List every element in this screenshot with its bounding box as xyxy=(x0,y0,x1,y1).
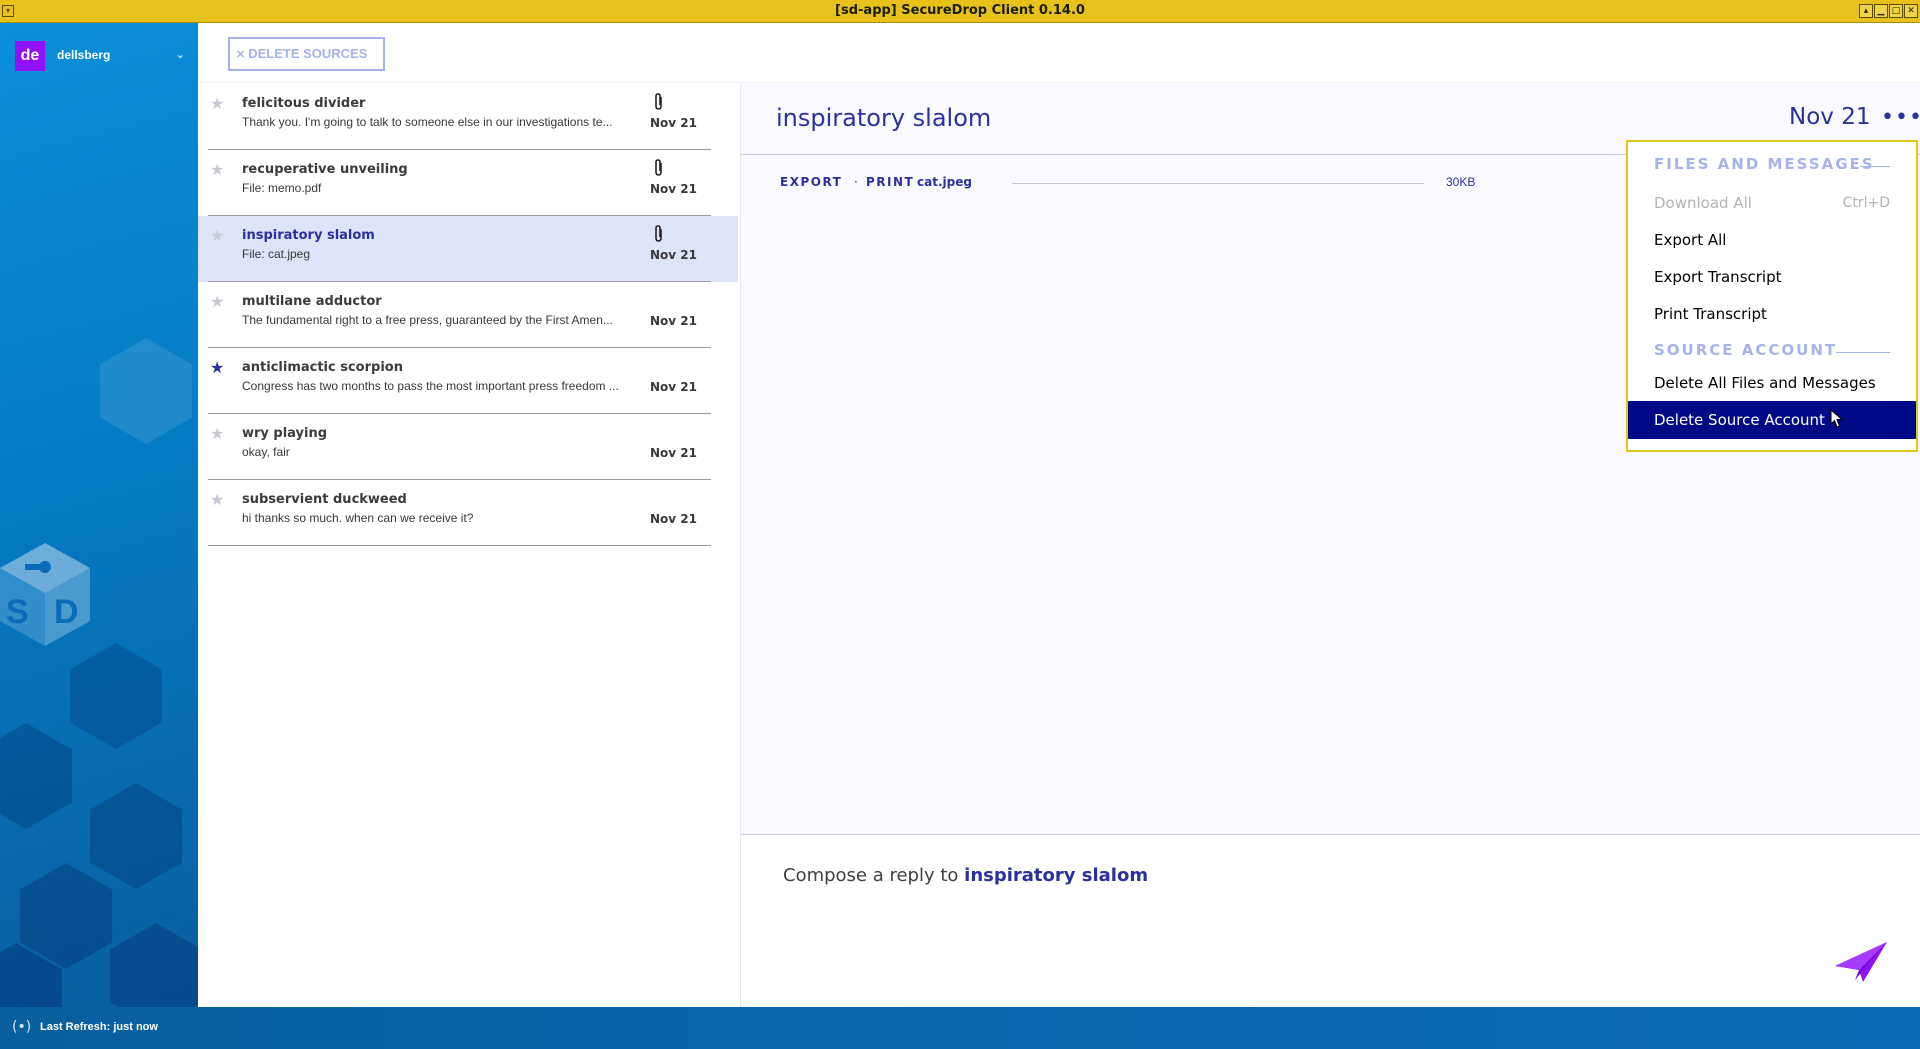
menu-section-divider xyxy=(1836,352,1890,353)
delete-source-account-menu-item[interactable]: Delete Source Account xyxy=(1628,401,1916,439)
shade-window-icon[interactable]: ▴ xyxy=(1859,4,1873,18)
window-controls: ▴ ▁ □ ✕ xyxy=(1859,4,1918,18)
source-preview: File: memo.pdf xyxy=(242,181,322,195)
print-transcript-menu-item[interactable]: Print Transcript xyxy=(1628,295,1916,333)
file-divider xyxy=(1012,183,1424,184)
file-size: 30KB xyxy=(1446,175,1476,189)
list-item[interactable]: ★ anticlimactic scorpion Congress has tw… xyxy=(198,348,738,414)
send-icon[interactable] xyxy=(1833,940,1889,984)
source-date: Nov 21 xyxy=(650,380,697,394)
source-date: Nov 21 xyxy=(650,446,697,460)
left-sidebar: de dellsberg ⌄ D S xyxy=(0,23,198,1007)
reply-compose-box[interactable]: Compose a reply to inspiratory slalom xyxy=(741,834,1920,1007)
source-date: Nov 21 xyxy=(650,248,697,262)
star-icon[interactable]: ★ xyxy=(210,94,224,113)
compose-prefix-text: Compose a reply to xyxy=(783,865,965,886)
chevron-down-icon[interactable]: ⌄ xyxy=(176,48,185,61)
close-window-icon[interactable]: ✕ xyxy=(1904,4,1918,18)
maximize-window-icon[interactable]: □ xyxy=(1889,4,1903,18)
delete-all-files-menu-item[interactable]: Delete All Files and Messages xyxy=(1628,364,1916,402)
minimize-window-icon[interactable]: ▁ xyxy=(1874,4,1888,18)
download-all-shortcut: Ctrl+D xyxy=(1842,195,1890,211)
list-item[interactable]: ★ inspiratory slalom File: cat.jpeg Nov … xyxy=(198,216,738,282)
user-menu[interactable]: de dellsberg ⌄ xyxy=(15,41,185,71)
star-filled-icon[interactable]: ★ xyxy=(210,358,224,377)
delete-sources-button[interactable]: ✕ DELETE SOURCES xyxy=(228,37,385,71)
source-list: ★ felicitous divider Thank you. I'm goin… xyxy=(198,84,738,546)
file-attachment: EXPORT · PRINT cat.jpeg 30KB xyxy=(780,175,1475,195)
source-preview: The fundamental right to a free press, g… xyxy=(242,313,613,327)
source-preview: hi thanks so much. when can we receive i… xyxy=(242,511,474,525)
source-name: wry playing xyxy=(242,426,328,441)
star-icon[interactable]: ★ xyxy=(210,424,224,443)
source-name: multilane adductor xyxy=(242,294,382,309)
decorative-hexagon xyxy=(100,338,192,444)
download-all-label: Download All xyxy=(1654,194,1752,212)
list-item[interactable]: ★ felicitous divider Thank you. I'm goin… xyxy=(198,84,738,150)
source-preview: Congress has two months to pass the most… xyxy=(242,379,619,393)
menu-section-files: FILES AND MESSAGES xyxy=(1654,155,1875,173)
decorative-hexagon xyxy=(110,923,198,1007)
username[interactable]: dellsberg xyxy=(57,48,110,62)
last-refresh-status: Last Refresh: just now xyxy=(40,1021,158,1033)
svg-text:D: D xyxy=(54,593,79,631)
list-item[interactable]: ★ wry playing okay, fair Nov 21 xyxy=(198,414,738,480)
paperclip-icon xyxy=(655,159,662,176)
securedrop-logo-icon: D S xyxy=(0,543,90,646)
star-icon[interactable]: ★ xyxy=(210,490,224,509)
decorative-hexagon xyxy=(90,783,182,889)
source-date: Nov 21 xyxy=(650,182,697,196)
delete-source-account-label: Delete Source Account xyxy=(1654,411,1825,429)
window-title-bar[interactable]: ▾ [sd-app] SecureDrop Client 0.14.0 ▴ ▁ … xyxy=(0,0,1920,23)
compose-placeholder[interactable]: Compose a reply to inspiratory slalom xyxy=(783,865,1148,886)
download-all-menu-item[interactable]: Download All Ctrl+D xyxy=(1628,184,1916,222)
mouse-cursor-icon xyxy=(1830,409,1844,428)
menu-section-divider xyxy=(1860,166,1890,167)
status-bar: (•) Last Refresh: just now xyxy=(0,1007,1920,1049)
star-icon[interactable]: ★ xyxy=(210,292,224,311)
source-name: subservient duckweed xyxy=(242,492,407,507)
close-icon: ✕ xyxy=(236,49,246,61)
list-item[interactable]: ★ subservient duckweed hi thanks so much… xyxy=(198,480,738,546)
conversation-date: Nov 21 xyxy=(1789,104,1871,130)
file-action-separator: · xyxy=(854,175,858,189)
source-date: Nov 21 xyxy=(650,512,697,526)
broadcast-icon: (•) xyxy=(12,1019,32,1035)
star-icon[interactable]: ★ xyxy=(210,160,224,179)
window-title: [sd-app] SecureDrop Client 0.14.0 xyxy=(835,3,1085,18)
compose-source-name: inspiratory slalom xyxy=(964,865,1149,886)
svg-text:S: S xyxy=(6,593,29,631)
source-preview: okay, fair xyxy=(242,445,290,459)
top-toolbar: ✕ DELETE SOURCES xyxy=(198,23,1920,83)
list-item[interactable]: ★ recuperative unveiling File: memo.pdf … xyxy=(198,150,738,216)
source-date: Nov 21 xyxy=(650,314,697,328)
paperclip-icon xyxy=(655,93,662,110)
print-file-link[interactable]: PRINT xyxy=(866,175,914,189)
list-item[interactable]: ★ multilane adductor The fundamental rig… xyxy=(198,282,738,348)
export-file-link[interactable]: EXPORT xyxy=(780,175,842,189)
star-icon[interactable]: ★ xyxy=(210,226,224,245)
conversation-title: inspiratory slalom xyxy=(776,104,992,132)
paperclip-icon xyxy=(655,225,662,242)
source-date: Nov 21 xyxy=(650,116,697,130)
decorative-hexagon xyxy=(0,723,72,829)
source-name: anticlimactic scorpion xyxy=(242,360,403,375)
source-options-menu: FILES AND MESSAGES Download All Ctrl+D E… xyxy=(1626,140,1918,452)
delete-sources-label: DELETE SOURCES xyxy=(248,46,368,61)
divider xyxy=(208,545,711,546)
export-all-menu-item[interactable]: Export All xyxy=(1628,221,1916,259)
source-preview: File: cat.jpeg xyxy=(242,247,311,261)
source-name: felicitous divider xyxy=(242,96,366,111)
file-name[interactable]: cat.jpeg xyxy=(917,175,972,189)
decorative-hexagon xyxy=(20,863,112,969)
source-name: recuperative unveiling xyxy=(242,162,408,177)
source-name: inspiratory slalom xyxy=(242,228,375,243)
export-transcript-menu-item[interactable]: Export Transcript xyxy=(1628,258,1916,296)
more-options-icon[interactable]: ••• xyxy=(1881,107,1920,129)
menu-section-account: SOURCE ACCOUNT xyxy=(1654,341,1838,359)
source-preview: Thank you. I'm going to talk to someone … xyxy=(242,115,613,129)
avatar[interactable]: de xyxy=(15,41,45,71)
